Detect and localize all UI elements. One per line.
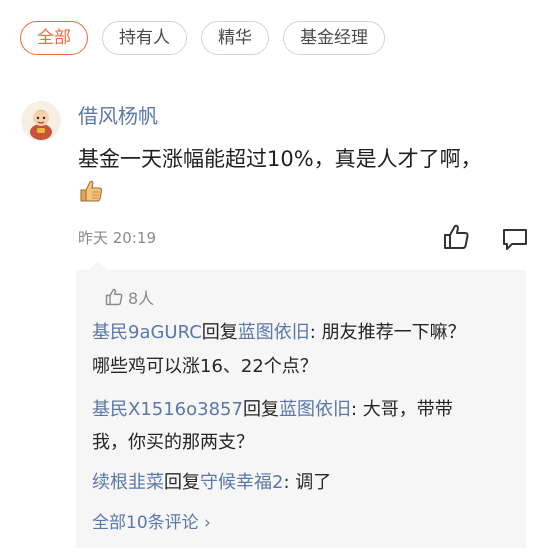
- reply-author[interactable]: 续根韭菜: [92, 472, 164, 493]
- like-button[interactable]: [441, 222, 471, 252]
- reply-text: 大哥，带带: [357, 399, 453, 420]
- comment-bubble-icon: [503, 229, 527, 250]
- reply-target[interactable]: 蓝图依旧: [238, 322, 310, 343]
- comment-username[interactable]: 借风杨帆: [78, 100, 158, 129]
- likes-count: 8人: [128, 289, 155, 308]
- reply-action: 回复: [164, 472, 200, 493]
- comment-timestamp: 昨天 20:19: [78, 229, 156, 247]
- reply-button[interactable]: [500, 224, 530, 254]
- reply-author[interactable]: 基民9aGURC: [92, 322, 202, 343]
- reply-likes: 8人: [104, 285, 154, 309]
- chip-all[interactable]: 全部: [20, 21, 88, 55]
- reply-target[interactable]: 守候幸福2: [200, 472, 283, 493]
- reply-action: 回复: [201, 322, 238, 343]
- reply-author[interactable]: 基民X1516o3857: [92, 399, 243, 420]
- reply-text: 朋友推荐一下嘛？: [315, 322, 466, 343]
- reply-text-continued: 我，你买的那两支？: [92, 432, 254, 453]
- thumbs-up-icon: [444, 224, 469, 249]
- chip-fund-managers[interactable]: 基金经理: [283, 21, 385, 55]
- reply-item[interactable]: 基民9aGURC回复蓝图依旧: 朋友推荐一下嘛？: [92, 318, 466, 344]
- reply-item[interactable]: 基民X1516o3857回复蓝图依旧: 大哥，带带: [92, 395, 453, 421]
- filter-chips: 全部 持有人 精华 基金经理: [20, 21, 385, 55]
- reply-action: 回复: [242, 399, 279, 420]
- reply-target[interactable]: 蓝图依旧: [279, 399, 351, 420]
- chip-holders[interactable]: 持有人: [102, 21, 187, 55]
- reply-text: 调了: [289, 472, 332, 493]
- reply-text-continued: 哪些鸡可以涨16、22个点？: [92, 356, 318, 377]
- view-all-replies-link[interactable]: 全部10条评论 ›: [92, 508, 211, 533]
- thumbs-up-emoji-icon: [78, 178, 104, 204]
- avatar-figure-icon: [21, 101, 61, 141]
- avatar[interactable]: [21, 101, 61, 141]
- chip-featured[interactable]: 精华: [201, 21, 269, 55]
- thumbs-up-small-icon: [105, 288, 123, 306]
- comment-text: 基金一天涨幅能超过10%，真是人才了啊，: [78, 147, 482, 171]
- reply-item[interactable]: 续根韭菜回复守候幸福2: 调了: [92, 468, 331, 494]
